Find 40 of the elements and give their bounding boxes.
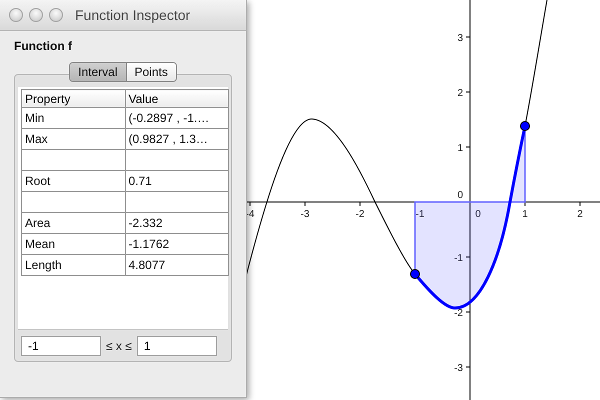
axis-tick-label: 3 xyxy=(457,33,463,44)
table-cell: (-0.2897 , -1.… xyxy=(125,108,228,128)
lower-bound-field[interactable]: -1 xyxy=(21,336,101,356)
axis-tick-label: 1 xyxy=(457,143,463,154)
function-label: Function f xyxy=(13,38,73,53)
tab[interactable]: Interval xyxy=(70,63,126,81)
column-header[interactable]: Value xyxy=(125,90,228,108)
axis-tick-label: 0 xyxy=(457,190,463,201)
axis-tick-label: -4 xyxy=(246,209,254,220)
axis-tick-label: 2 xyxy=(577,209,583,220)
minimize-button[interactable] xyxy=(29,8,43,22)
table-cell: Max xyxy=(22,128,125,150)
interval-relation: ≤ x ≤ xyxy=(106,339,132,353)
table-cell: Root xyxy=(22,170,125,192)
column-header[interactable]: Property xyxy=(22,90,125,108)
axis-tick-label: -2 xyxy=(356,209,364,220)
point-marker[interactable] xyxy=(410,269,420,279)
table-cell: 4.8077 xyxy=(125,254,228,276)
table-cell: Area xyxy=(22,212,125,234)
table-cell: -2.332 xyxy=(125,212,228,234)
axis-tick-label: 1 xyxy=(522,209,528,220)
axis-tick-label: -2 xyxy=(454,308,463,319)
table-cell: (0.9827 , 1.3… xyxy=(125,128,228,150)
axis-tick-label: -3 xyxy=(454,363,463,374)
table-cell: 0.71 xyxy=(125,170,228,192)
table-cell: Min xyxy=(22,108,125,128)
upper-bound-field[interactable]: 1 xyxy=(136,336,217,356)
zoom-button[interactable] xyxy=(49,8,63,22)
table-cell: Mean xyxy=(22,234,125,254)
table-cell: Length xyxy=(22,254,125,276)
axis-tick-label: 2 xyxy=(457,88,463,99)
close-button[interactable] xyxy=(9,8,23,22)
point-marker[interactable] xyxy=(520,121,530,131)
tab[interactable]: Points xyxy=(126,63,176,81)
table-cell: -1.1762 xyxy=(125,234,228,254)
axis-tick-label: -1 xyxy=(454,253,463,264)
axis-tick-label: 0 xyxy=(475,209,481,220)
window-title: Function Inspector xyxy=(75,7,190,23)
axis-tick-label: -1 xyxy=(416,209,424,220)
axis-tick-label: -3 xyxy=(300,209,310,220)
